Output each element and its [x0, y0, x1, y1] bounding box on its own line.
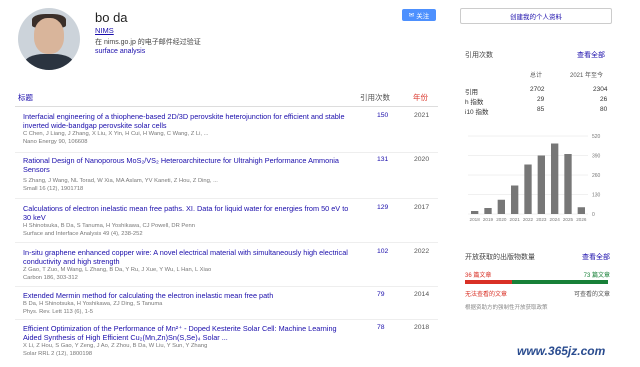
- x-tick-label: 2020: [496, 217, 507, 222]
- interest-link[interactable]: surface analysis: [95, 48, 145, 55]
- paper-title[interactable]: Calculations of electron inelastic mean …: [23, 204, 353, 222]
- cited-by-count[interactable]: 79: [377, 291, 385, 298]
- paper-authors: B Da, H Shinotsuka, H Yoshikawa, ZJ Ding…: [23, 301, 163, 307]
- table-row: Calculations of electron inelastic mean …: [15, 204, 438, 243]
- avatar-face: [34, 18, 64, 54]
- cited-by-count[interactable]: 150: [377, 112, 388, 119]
- metric-label: h 指数: [465, 99, 484, 106]
- metric-all: 2702: [530, 86, 545, 93]
- open-access-bar: [465, 280, 608, 284]
- follow-button[interactable]: ✉ 关注: [402, 9, 436, 21]
- table-row: Rational Design of Nanoporous MoS₂/VS₂ H…: [15, 156, 438, 199]
- paper-year: 2021: [414, 112, 430, 119]
- not-available-fill: [465, 280, 513, 284]
- avatar-shirt: [24, 54, 74, 70]
- x-tick-label: 2026: [576, 217, 587, 222]
- cited-by-count[interactable]: 102: [377, 248, 388, 255]
- metrics-col-all: 总计: [530, 73, 543, 79]
- paper-year: 2022: [414, 248, 430, 255]
- avatar: [18, 8, 80, 70]
- paper-authors: S Zhang, J Wang, NL Torad, W Xia, MA Asl…: [23, 178, 218, 184]
- y-tick-label: 520: [592, 134, 601, 140]
- bar-2023[interactable]: [537, 155, 545, 215]
- paper-venue: Nano Energy 90, 106608: [23, 139, 88, 145]
- x-tick-label: 2024: [550, 217, 561, 222]
- table-row: In-situ graphene enhanced copper wire: A…: [15, 248, 438, 287]
- metric-since: 80: [600, 106, 608, 113]
- table-header: 标题 引用次数 年份: [15, 86, 438, 107]
- paper-venue: Surface and Interface Analysis 49 (4), 2…: [23, 231, 143, 237]
- paper-year: 2017: [414, 204, 430, 211]
- y-tick-label: 130: [592, 193, 601, 199]
- cited-by-count[interactable]: 78: [377, 324, 385, 331]
- paper-title[interactable]: In-situ graphene enhanced copper wire: A…: [23, 248, 353, 266]
- metric-all: 29: [537, 96, 545, 103]
- bar-2019[interactable]: [484, 208, 492, 214]
- sort-by-title[interactable]: 标题: [18, 92, 33, 103]
- paper-authors: X Li, Z Hou, S Gao, Y Zeng, J Ao, Z Zhou…: [23, 343, 208, 349]
- bar-2026[interactable]: [577, 207, 585, 214]
- sort-by-cited[interactable]: 引用次数: [360, 92, 390, 103]
- bar-2018[interactable]: [471, 211, 479, 214]
- cited-by-view-all[interactable]: 查看全部: [577, 50, 605, 60]
- paper-authors: H Shinotsuka, B Da, S Tanuma, H Yoshikaw…: [23, 223, 195, 229]
- y-tick-label: 0: [592, 212, 595, 218]
- x-tick-label: 2025: [563, 217, 574, 222]
- table-row: Extended Mermin method for calculating t…: [15, 291, 438, 320]
- x-tick-label: 2019: [483, 217, 494, 222]
- x-tick-label: 2022: [523, 217, 534, 222]
- not-available-count: 36 篇文章: [465, 273, 492, 279]
- metric-label: 引用: [465, 89, 478, 96]
- paper-venue: Small 16 (12), 1901718: [23, 186, 84, 192]
- affiliation-link[interactable]: NIMS: [95, 26, 114, 35]
- available-fill: [512, 280, 608, 284]
- cited-by-count[interactable]: 129: [377, 204, 388, 211]
- mail-icon: ✉: [408, 12, 415, 19]
- citations-chart: 52039026013002018 2019 2020 2021 2022 2023 202…: [468, 134, 601, 222]
- paper-venue: Phys. Rev. Lett 113 (6), 1-5: [23, 309, 94, 315]
- paper-authors: C Chen, J Liang, J Zhang, X Liu, X Yin, …: [23, 131, 209, 137]
- paper-title[interactable]: Extended Mermin method for calculating t…: [23, 291, 353, 300]
- metric-all: 85: [537, 106, 545, 113]
- table-row: Interfacial engineering of a thiophene-b…: [15, 112, 438, 153]
- available-count: 73 篇文章: [583, 273, 610, 279]
- cited-by-count[interactable]: 131: [377, 156, 388, 163]
- table-row: Efficient Optimization of the Performanc…: [15, 324, 438, 367]
- sort-by-year[interactable]: 年份: [413, 92, 428, 103]
- bar-2021[interactable]: [511, 185, 519, 215]
- paper-year: 2020: [414, 156, 430, 163]
- paper-authors: Z Gao, T Zuo, M Wang, L Zhang, B Da, Y R…: [23, 267, 212, 273]
- follow-label: 关注: [416, 13, 430, 20]
- paper-title[interactable]: Rational Design of Nanoporous MoS₂/VS₂ H…: [23, 156, 353, 174]
- paper-venue: Carbon 186, 303-312: [23, 275, 78, 281]
- watermark: www.365jz.com: [517, 344, 606, 358]
- paper-venue: Solar RRL 2 (12), 1800198: [23, 351, 93, 357]
- bar-2022[interactable]: [524, 164, 532, 215]
- not-available-label: 无法查看的文章: [465, 292, 508, 298]
- profile-name: bo da: [95, 10, 128, 25]
- bar-2025[interactable]: [564, 154, 572, 214]
- paper-title[interactable]: Interfacial engineering of a thiophene-b…: [23, 112, 353, 130]
- available-label: 可查看的文章: [573, 292, 610, 298]
- x-tick-label: 2018: [470, 217, 481, 222]
- y-tick-label: 390: [592, 154, 601, 160]
- bar-2020[interactable]: [497, 199, 505, 214]
- paper-year: 2014: [414, 291, 430, 298]
- x-tick-label: 2023: [536, 217, 547, 222]
- verified-email: 在 nims.go.jp 的电子邮件经过验证: [95, 39, 201, 46]
- create-profile-button[interactable]: 创建我的个人资料: [460, 8, 612, 24]
- metric-since: 2304: [593, 86, 608, 93]
- x-tick-label: 2021: [510, 217, 521, 222]
- metric-since: 26: [600, 96, 608, 103]
- metrics-col-since: 2021 年至今: [570, 73, 604, 79]
- paper-title[interactable]: Efficient Optimization of the Performanc…: [23, 324, 353, 342]
- cited-by-title: 引用次数: [465, 52, 493, 59]
- bar-2024[interactable]: [551, 143, 559, 215]
- metric-label: i10 指数: [465, 109, 489, 116]
- mandate-note: 根据资助方的强制性开放获取政策: [465, 305, 548, 311]
- paper-year: 2018: [414, 324, 430, 331]
- open-access-title: 开放获取的出版物数量: [465, 254, 535, 261]
- y-tick-label: 260: [592, 173, 601, 179]
- open-access-view-all[interactable]: 查看全部: [582, 252, 610, 262]
